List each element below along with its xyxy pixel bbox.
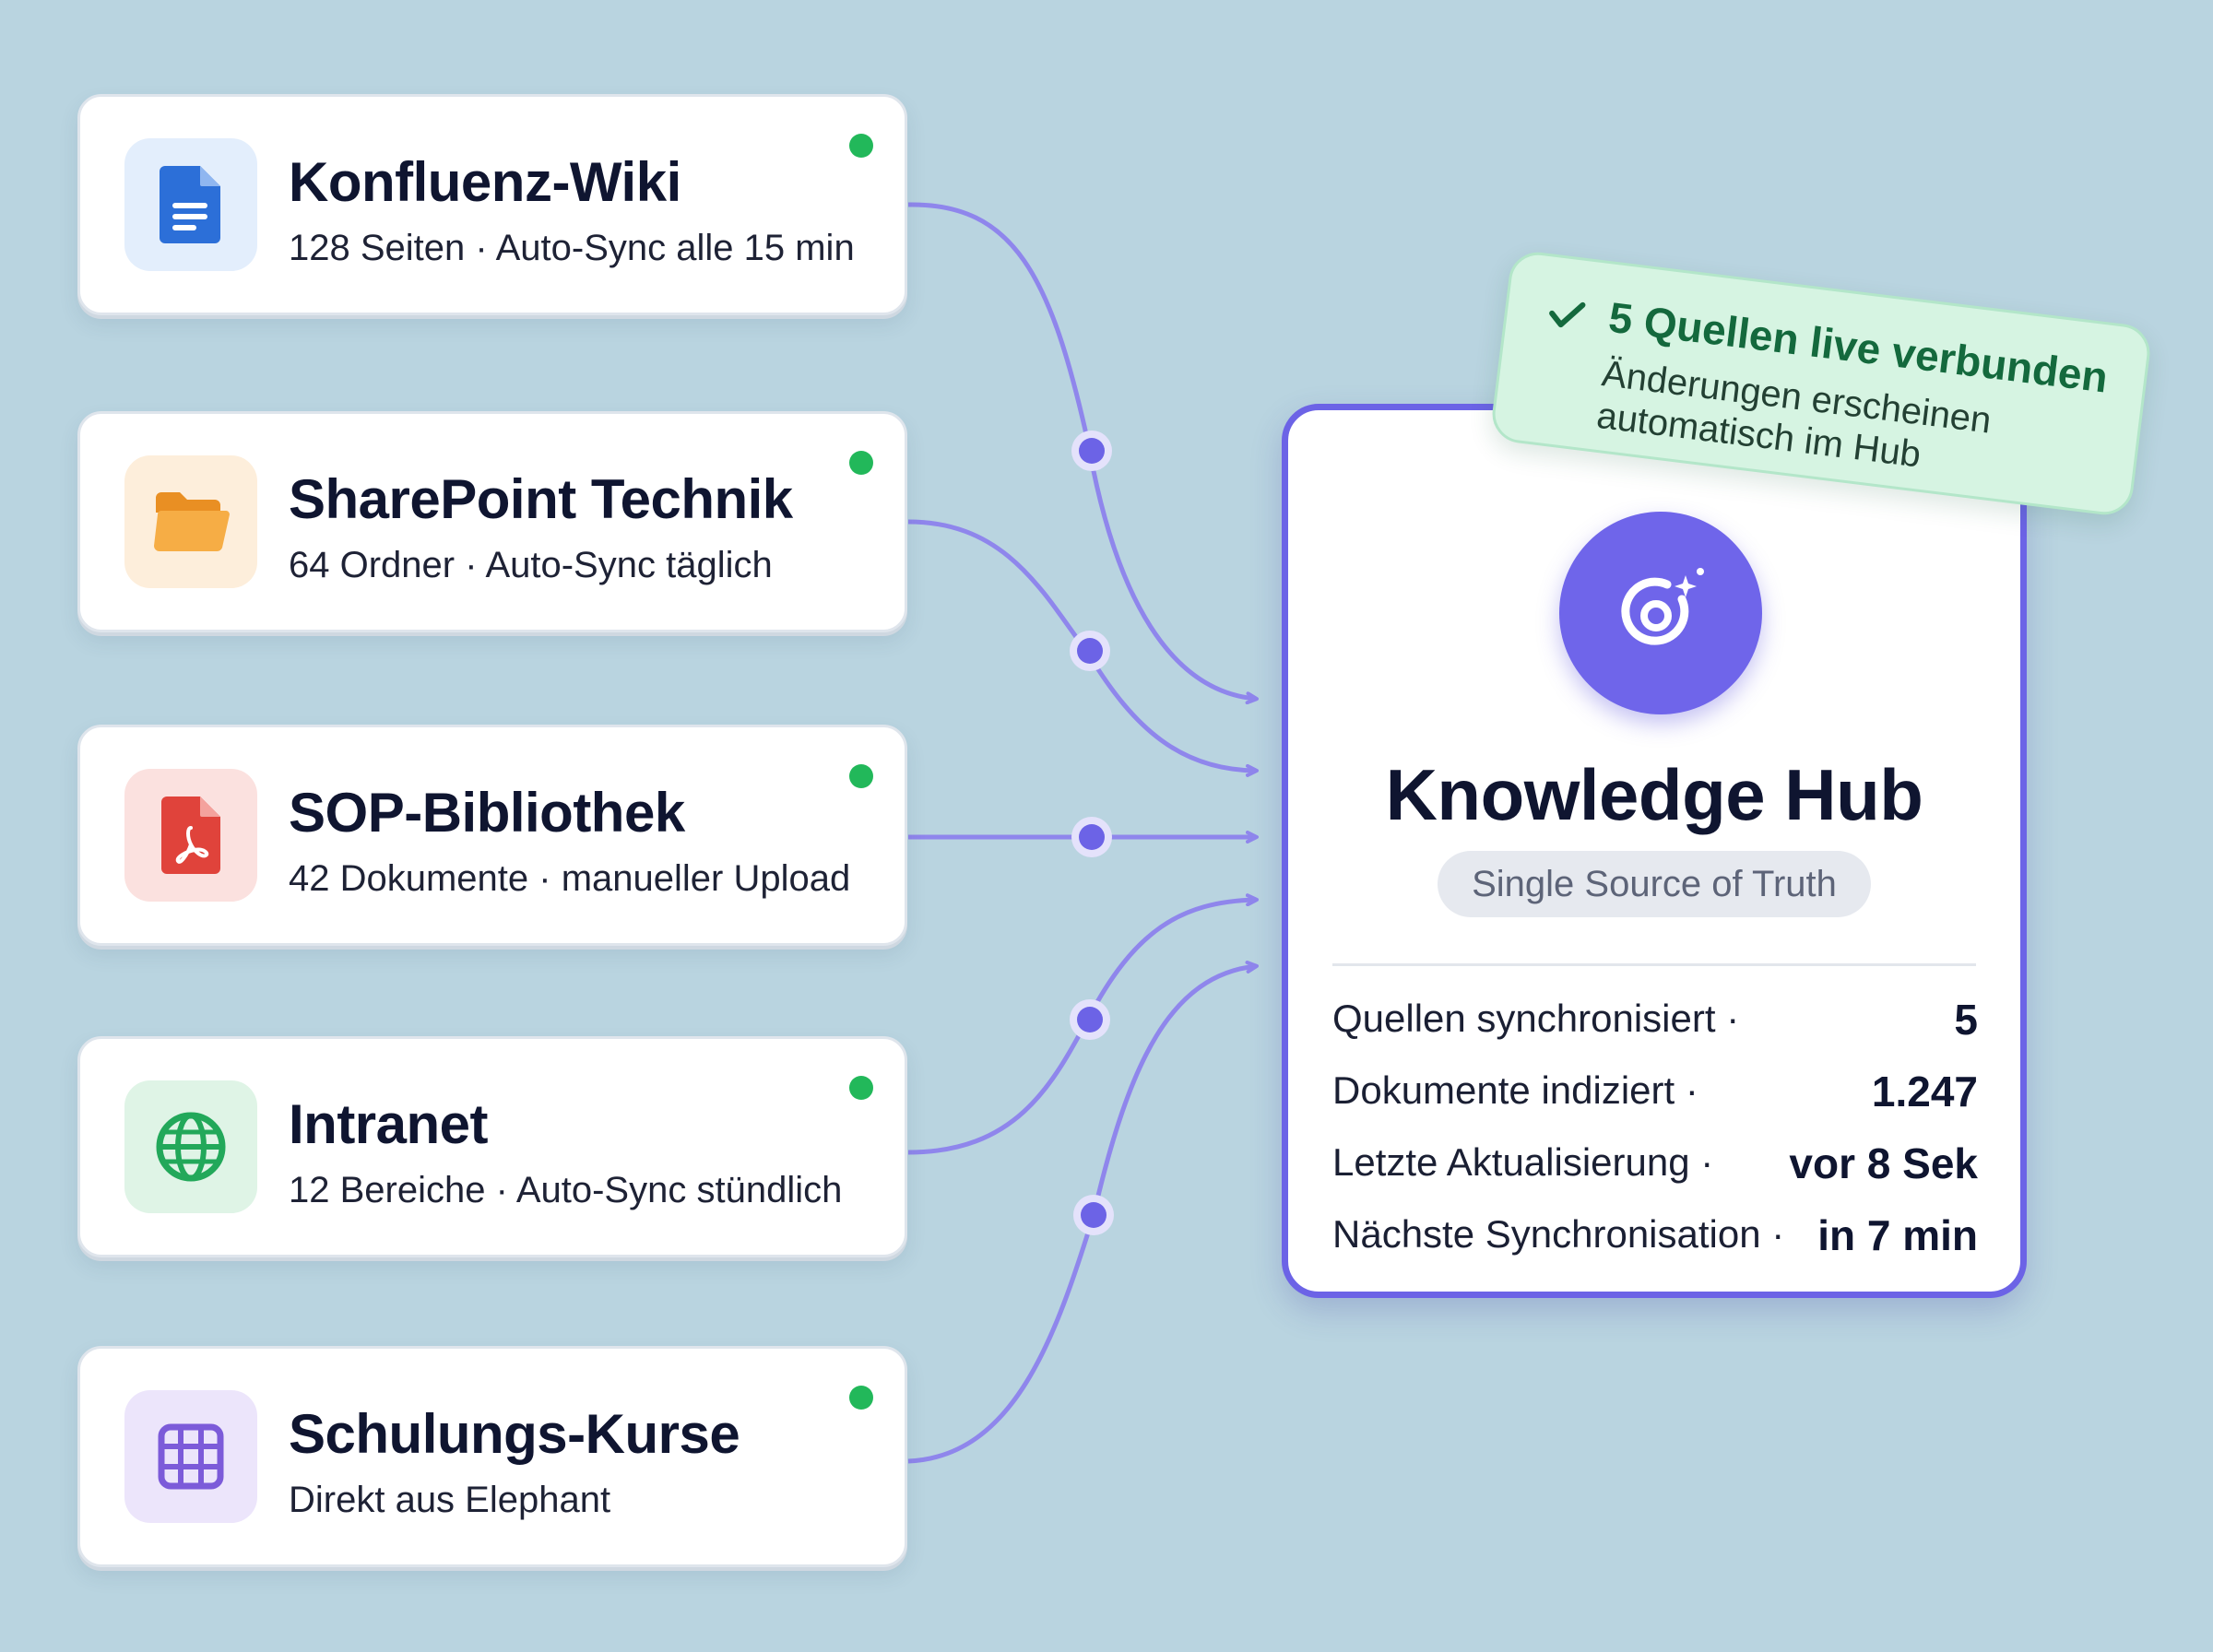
status-dot-online: [849, 764, 873, 788]
source-meta: 42 Dokumente · manueller Upload: [289, 858, 851, 899]
source-title: Intranet: [289, 1093, 489, 1155]
pdf-icon: [124, 769, 257, 902]
source-card-sop-bibliothek[interactable]: SOP-Bibliothek 42 Dokumente · manueller …: [77, 725, 907, 946]
stat-row-quellen: Quellen synchronisiert · 5: [1332, 996, 1978, 1052]
source-title: SOP-Bibliothek: [289, 782, 685, 844]
check-icon: [1549, 301, 1586, 328]
connector-node-sharepoint-core: [1077, 638, 1103, 664]
source-meta: Direkt aus Elephant: [289, 1480, 611, 1520]
stat-value: in 7 min: [1817, 1211, 1978, 1259]
hub-subtitle-badge: Single Source of Truth: [1438, 851, 1871, 917]
status-dot-online: [849, 134, 873, 158]
connector-node-konfluenz-core: [1079, 438, 1105, 464]
stat-value: vor 8 Sek: [1789, 1139, 1978, 1187]
source-title: Schulungs-Kurse: [289, 1403, 740, 1465]
stat-label: Quellen synchronisiert ·: [1332, 997, 1740, 1040]
status-dot-online: [849, 1076, 873, 1100]
connector-node-sop-core: [1079, 824, 1105, 850]
orbit-sparkle-icon: [1559, 512, 1762, 714]
source-meta: 128 Seiten · Auto-Sync alle 15 min: [289, 228, 855, 268]
stat-row-naechste-synchronisation: Nächste Synchronisation · in 7 min: [1332, 1211, 1978, 1268]
status-dot-online: [849, 1386, 873, 1410]
hub-title: Knowledge Hub: [1385, 754, 1923, 835]
document-icon: [124, 138, 257, 271]
grid-icon: [124, 1390, 257, 1523]
source-title: Konfluenz-Wiki: [289, 151, 681, 213]
stat-value: 5: [1954, 996, 1978, 1044]
divider: [1332, 963, 1976, 966]
connector-node-intranet-core: [1077, 1007, 1103, 1032]
stat-row-letzte-aktualisierung: Letzte Aktualisierung · vor 8 Sek: [1332, 1139, 1978, 1196]
stat-label: Nächste Synchronisation ·: [1332, 1212, 1785, 1256]
folder-icon: [124, 455, 257, 588]
source-card-intranet[interactable]: Intranet 12 Bereiche · Auto-Sync stündli…: [77, 1036, 907, 1257]
source-title: SharePoint Technik: [289, 468, 793, 530]
source-meta: 64 Ordner · Auto-Sync täglich: [289, 545, 773, 585]
knowledge-hub-card[interactable]: Knowledge Hub Single Source of Truth Que…: [1282, 404, 2027, 1298]
status-dot-online: [849, 451, 873, 475]
source-meta: 12 Bereiche · Auto-Sync stündlich: [289, 1170, 843, 1210]
connector-node-schulungen-core: [1081, 1202, 1106, 1228]
source-card-schulungs-kurse[interactable]: Schulungs-Kurse Direkt aus Elephant: [77, 1346, 907, 1567]
stat-value: 1.247: [1871, 1068, 1978, 1115]
source-card-sharepoint-technik[interactable]: SharePoint Technik 64 Ordner · Auto-Sync…: [77, 411, 907, 632]
stat-row-dokumente: Dokumente indiziert · 1.247: [1332, 1068, 1978, 1124]
source-card-konfluenz-wiki[interactable]: Konfluenz-Wiki 128 Seiten · Auto-Sync al…: [77, 94, 907, 315]
stat-label: Letzte Aktualisierung ·: [1332, 1140, 1714, 1184]
globe-icon: [124, 1080, 257, 1213]
stat-label: Dokumente indiziert ·: [1332, 1068, 1698, 1112]
